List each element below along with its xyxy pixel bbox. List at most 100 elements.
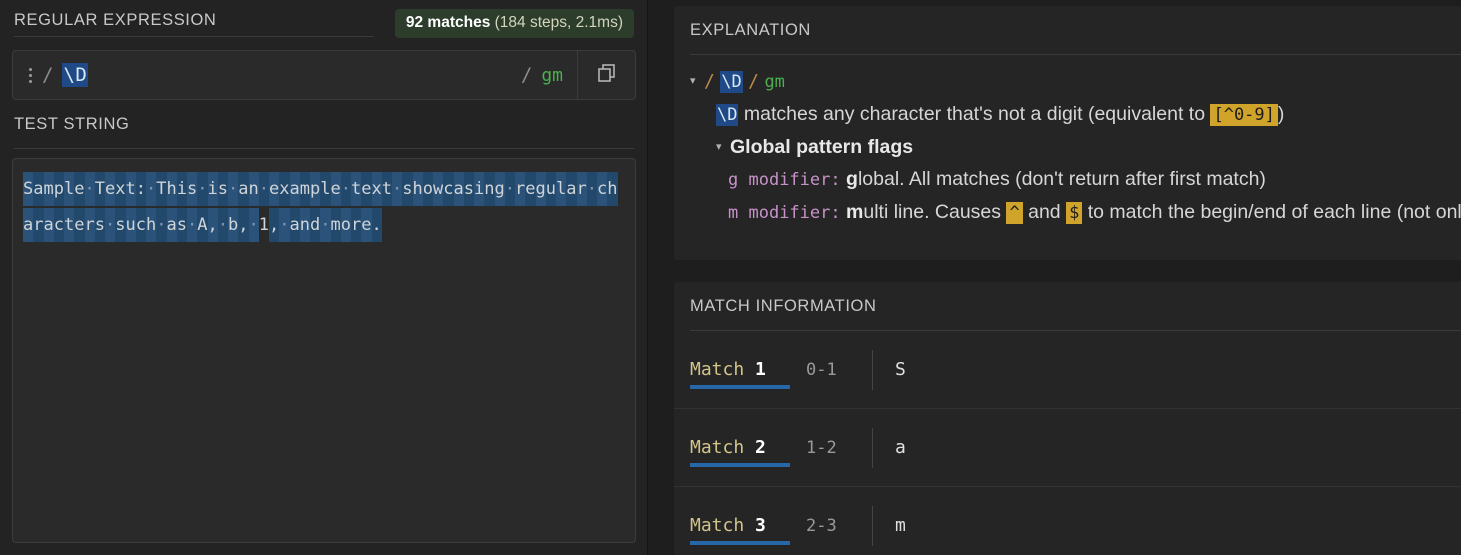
flags-group-heading: Global pattern flags xyxy=(730,136,914,158)
match-label[interactable]: Match 2 xyxy=(690,437,766,458)
test-char: · xyxy=(197,172,208,206)
test-char: . xyxy=(371,208,382,242)
regex-flags-area[interactable]: / gm xyxy=(521,51,577,99)
test-char: x xyxy=(115,172,126,206)
table-row[interactable]: Match 3 2-3 m xyxy=(674,487,1461,553)
match-separator xyxy=(872,349,873,390)
test-char: · xyxy=(146,172,157,206)
explanation-modifier-m: m modifier: multi line. Causes ^ and $ t… xyxy=(690,196,1461,229)
test-char: c xyxy=(597,172,608,206)
test-char: u xyxy=(545,172,556,206)
modifier-g-label: modifier: xyxy=(738,170,841,190)
test-char: s xyxy=(463,172,474,206)
test-char: b xyxy=(228,208,239,242)
match-label-wrapper[interactable]: Match 1 xyxy=(690,352,794,389)
test-char: h xyxy=(607,172,618,206)
test-char: i xyxy=(474,172,485,206)
test-char: r xyxy=(515,172,526,206)
regex-open-delimiter: / xyxy=(42,64,54,86)
test-char: n xyxy=(248,172,259,206)
table-row[interactable]: Match 1 0-1 S xyxy=(674,331,1461,409)
match-label-text: Match xyxy=(690,515,756,536)
test-char: a xyxy=(33,172,44,206)
test-char: t xyxy=(381,172,392,206)
test-char: r xyxy=(84,208,95,242)
test-char: s xyxy=(187,172,198,206)
test-char: s xyxy=(94,208,105,242)
test-char: a xyxy=(289,208,300,242)
match-stats-label: (184 steps, 2.1ms) xyxy=(490,14,623,31)
modifier-m-flag: m xyxy=(728,203,739,223)
test-char: h xyxy=(146,208,157,242)
test-char: · xyxy=(84,172,95,206)
test-char: S xyxy=(23,172,34,206)
explanation-description-row: \D matches any character that's not a di… xyxy=(690,98,1461,131)
test-char: s xyxy=(115,208,126,242)
test-char: d xyxy=(310,208,321,242)
match-label[interactable]: Match 3 xyxy=(690,515,766,536)
match-label[interactable]: Match 1 xyxy=(690,359,766,380)
test-char: t xyxy=(64,208,75,242)
test-char: m xyxy=(299,172,310,206)
match-range: 2-3 xyxy=(806,515,837,536)
table-row[interactable]: Match 2 1-2 a xyxy=(674,409,1461,487)
test-char: T xyxy=(94,172,105,206)
match-information-panel: MATCH INFORMATION Match 1 0-1 S Match 2 … xyxy=(674,282,1461,555)
match-range: 0-1 xyxy=(806,359,837,380)
test-char: : xyxy=(135,172,146,206)
copy-regex-button[interactable] xyxy=(577,51,635,99)
test-char: x xyxy=(279,172,290,206)
test-char: c xyxy=(443,172,454,206)
regex-close-delimiter: / xyxy=(520,64,533,86)
test-string-content[interactable]: Sample·Text:·This·is·an·example·text·sho… xyxy=(23,171,625,243)
regex-input-field[interactable]: / \D xyxy=(13,51,521,99)
test-char: r xyxy=(33,208,44,242)
test-char: a xyxy=(23,208,34,242)
expand-triangle-icon[interactable]: ▾ xyxy=(690,65,704,97)
regex-pattern-text[interactable]: \D xyxy=(62,63,89,87)
test-char: 1 xyxy=(258,215,269,235)
test-char: e xyxy=(330,172,341,206)
test-char: i xyxy=(176,172,187,206)
test-char: · xyxy=(228,172,239,206)
test-char: e xyxy=(361,208,372,242)
test-char: · xyxy=(320,208,331,242)
test-char: l xyxy=(556,172,567,206)
test-char: o xyxy=(422,172,433,206)
test-char: e xyxy=(525,172,536,206)
test-string-box[interactable]: Sample·Text:·This·is·an·example·text·sho… xyxy=(12,158,636,543)
match-label-wrapper[interactable]: Match 3 xyxy=(690,508,794,545)
test-char: · xyxy=(258,172,269,206)
modifier-g-bold-letter: g xyxy=(846,168,858,190)
test-char: c xyxy=(53,208,64,242)
modifier-m-caret-token: ^ xyxy=(1006,202,1023,224)
test-char: a xyxy=(453,172,464,206)
test-char: e xyxy=(105,172,116,206)
match-underline xyxy=(690,384,790,389)
test-char: · xyxy=(248,208,259,242)
test-char: p xyxy=(53,172,64,206)
test-char: , xyxy=(269,208,280,242)
expl-flags-token: gm xyxy=(764,72,785,92)
explanation-modifier-g: g modifier: global. All matches (don't r… xyxy=(690,163,1461,196)
match-value: a xyxy=(895,437,906,458)
test-char: · xyxy=(392,172,403,206)
explanation-panel-header[interactable]: EXPLANATION xyxy=(674,6,1461,54)
copy-icon xyxy=(596,62,618,89)
match-label-wrapper[interactable]: Match 2 xyxy=(690,430,794,467)
match-panel-header[interactable]: MATCH INFORMATION xyxy=(674,282,1461,330)
test-char: h xyxy=(166,172,177,206)
regex-input-box[interactable]: / \D / gm xyxy=(12,50,636,100)
match-value: m xyxy=(895,515,906,536)
test-char: A xyxy=(197,208,208,242)
test-char: · xyxy=(217,208,228,242)
test-string-header: TEST STRING xyxy=(0,115,648,134)
match-underline xyxy=(690,540,790,545)
regex-flags-text[interactable]: gm xyxy=(541,65,563,86)
test-char: n xyxy=(484,172,495,206)
vertical-dots-icon[interactable] xyxy=(29,67,32,83)
flags-expand-triangle-icon[interactable]: ▾ xyxy=(716,131,730,163)
test-char: s xyxy=(176,208,187,242)
test-char: l xyxy=(64,172,75,206)
match-label-number: 1 xyxy=(755,359,766,380)
